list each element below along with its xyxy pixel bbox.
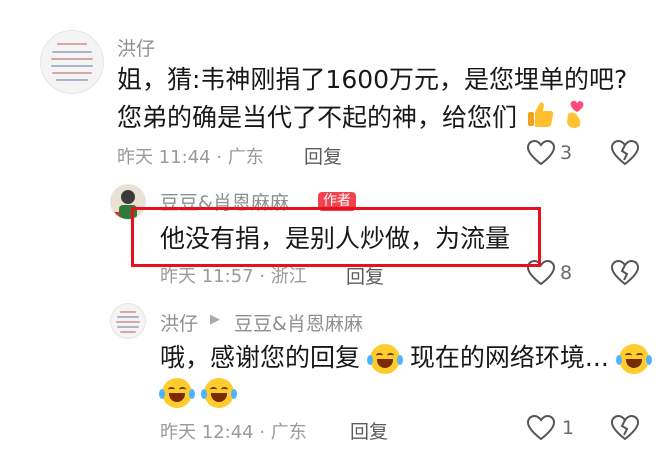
like-count: 1 [562, 417, 575, 439]
reply-to-username[interactable]: 豆豆&肖恩麻麻 [234, 309, 363, 336]
broken-heart-icon[interactable] [610, 139, 640, 171]
finger-heart-emoji-icon [563, 98, 587, 140]
reply-button[interactable]: 回复 [304, 142, 342, 169]
reply-timestamp: 昨天 12:44 · 广东 [160, 422, 307, 443]
reply-text-part: 现在的网络环境... [409, 343, 609, 372]
reply-arrow-icon: ▶ [210, 312, 220, 327]
reply-button[interactable]: 回复 [350, 417, 388, 444]
thumbs-up-emoji-icon [525, 99, 555, 139]
laughing-crying-emoji-icon [200, 378, 237, 408]
reply-username[interactable]: 洪仔 [160, 309, 198, 336]
comment-text-line: 姐，猜:韦神刚捐了1600万元，是您埋单的吧? [117, 65, 628, 94]
comment-timestamp: 昨天 11:44 · 广东 [117, 147, 264, 168]
like-count: 8 [560, 262, 573, 284]
heart-icon[interactable] [526, 139, 556, 171]
comment-text: 您弟的确是当代了不起的神，给您们 [117, 98, 587, 140]
reply-text: 哦，感谢您的回复 现在的网络环境... [160, 340, 652, 376]
avatar[interactable] [40, 30, 104, 94]
reply-text [159, 374, 237, 410]
comment-username[interactable]: 洪仔 [117, 34, 155, 61]
broken-heart-icon[interactable] [610, 259, 640, 291]
highlight-annotation-box [131, 207, 541, 267]
reply-text-part: 哦，感谢您的回复 [160, 343, 361, 372]
heart-icon[interactable] [526, 414, 556, 446]
laughing-crying-emoji-icon [615, 344, 652, 374]
avatar[interactable] [110, 303, 146, 339]
comment-text-line: 您弟的确是当代了不起的神，给您们 [117, 103, 518, 132]
like-count: 3 [560, 142, 573, 164]
laughing-crying-emoji-icon [159, 378, 195, 408]
broken-heart-icon[interactable] [610, 414, 640, 446]
laughing-crying-emoji-icon [366, 344, 403, 374]
comment-text: 姐，猜:韦神刚捐了1600万元，是您埋单的吧? [117, 62, 627, 98]
